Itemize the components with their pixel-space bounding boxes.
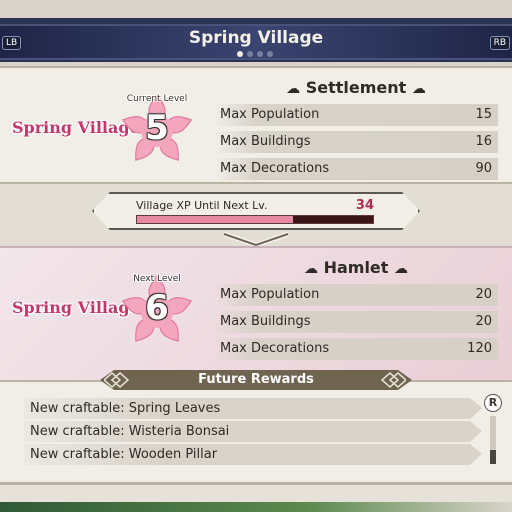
next-level-number: 6	[145, 288, 169, 328]
xp-progress-fill	[137, 216, 293, 223]
current-level-number: 5	[145, 108, 169, 148]
cloud-icon: ☁	[304, 260, 318, 277]
stat-label: Max Decorations	[220, 341, 330, 356]
stat-label: Max Population	[220, 107, 320, 122]
stat-value: 20	[475, 287, 492, 302]
reward-item: New craftable: Wisteria Bonsai	[24, 421, 482, 442]
next-stat-row: Max Buildings 20	[214, 311, 498, 333]
cloud-icon: ☁	[411, 80, 426, 97]
future-rewards-title: Future Rewards	[198, 372, 314, 387]
stat-value: 120	[467, 341, 492, 356]
footer-strip	[0, 484, 512, 512]
cloud-icon: ☁	[394, 260, 408, 277]
page-dot	[257, 51, 263, 57]
page-title: Spring Village	[188, 28, 324, 48]
xp-progress-bar	[136, 215, 374, 224]
reward-text: New craftable: Spring Leaves	[30, 401, 221, 416]
current-rank-title: ☁ Settlement ☁	[286, 78, 426, 97]
stat-value: 16	[475, 134, 492, 149]
page-dot	[267, 51, 273, 57]
page-dot	[247, 51, 253, 57]
next-stat-row: Max Decorations 120	[214, 338, 498, 360]
reward-item: New craftable: Spring Leaves	[24, 398, 482, 419]
stat-label: Max Buildings	[220, 134, 311, 149]
scrollbar[interactable]	[490, 416, 496, 464]
reward-text: New craftable: Wisteria Bonsai	[30, 424, 230, 439]
stat-value: 15	[475, 107, 492, 122]
reward-text: New craftable: Wooden Pillar	[30, 447, 218, 462]
current-stat-row: Max Decorations 90	[214, 158, 498, 180]
current-level-label: Current Level	[126, 94, 188, 104]
scrollbar-thumb[interactable]	[490, 450, 496, 464]
stat-value: 90	[475, 161, 492, 176]
xp-value: 34	[355, 198, 374, 213]
page-indicator	[237, 51, 273, 57]
stat-label: Max Buildings	[220, 314, 311, 329]
cloud-icon: ☁	[286, 80, 301, 97]
background-strip	[0, 502, 512, 512]
reward-item: New craftable: Wooden Pillar	[24, 444, 482, 465]
page-dot	[237, 51, 243, 57]
next-rank-title: ☁ Hamlet ☁	[304, 258, 408, 277]
next-stat-row: Max Population 20	[214, 284, 498, 306]
stat-label: Max Decorations	[220, 161, 330, 176]
stat-label: Max Population	[220, 287, 320, 302]
current-stat-row: Max Buildings 16	[214, 131, 498, 153]
xp-label: Village XP Until Next Lv.	[136, 199, 268, 212]
current-stat-row: Max Population 15	[214, 104, 498, 126]
scroll-r-button[interactable]: R	[484, 394, 502, 412]
next-level-label: Next Level	[133, 274, 181, 284]
stat-value: 20	[475, 314, 492, 329]
